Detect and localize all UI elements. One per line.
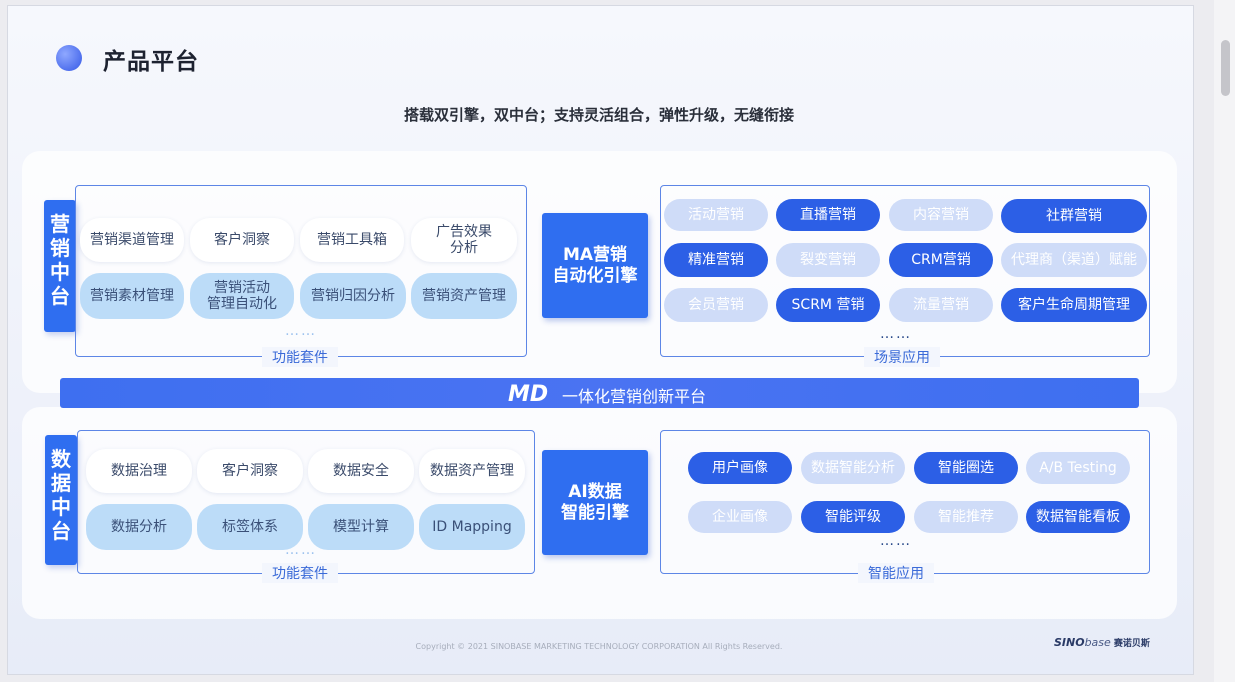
function-pill[interactable]: 营销工具箱 bbox=[300, 218, 404, 262]
function-pill[interactable]: 广告效果 分析 bbox=[411, 218, 517, 262]
function-pill[interactable]: 数据分析 bbox=[86, 504, 192, 550]
ma-engine-block: MA营销 自动化引擎 bbox=[542, 213, 648, 318]
scene-pill[interactable]: SCRM 营销 bbox=[776, 288, 880, 322]
data-mid-label: 数 据 中 台 bbox=[45, 435, 77, 565]
scene-pill[interactable]: 会员营销 bbox=[664, 288, 768, 322]
scene-pill[interactable]: 代理商（渠道）赋能 bbox=[1001, 243, 1147, 277]
scene-pill[interactable]: 精准营销 bbox=[664, 243, 768, 277]
scenes-caption: 场景应用 bbox=[864, 347, 940, 367]
scene-pill[interactable]: 内容营销 bbox=[889, 199, 993, 231]
brand-part: base bbox=[1084, 636, 1111, 649]
label-char: 销 bbox=[50, 236, 70, 260]
function-pill[interactable]: 客户洞察 bbox=[197, 449, 303, 493]
app-pill[interactable]: 用户画像 bbox=[688, 452, 792, 484]
label-char: 台 bbox=[50, 284, 70, 308]
scene-pill[interactable]: CRM营销 bbox=[889, 243, 993, 277]
function-pill[interactable]: 数据安全 bbox=[308, 449, 414, 493]
platform-name: 一体化营销创新平台 bbox=[562, 387, 707, 406]
more-dots: …… bbox=[880, 326, 912, 342]
label-char: 中 bbox=[50, 260, 70, 284]
functions-caption: 功能套件 bbox=[262, 347, 338, 367]
label-char: 台 bbox=[51, 519, 71, 543]
engine-line: 自动化引擎 bbox=[552, 265, 638, 286]
more-dots: …… bbox=[880, 533, 912, 549]
function-pill[interactable]: 客户洞察 bbox=[190, 218, 294, 262]
brand-part: SINO bbox=[1054, 636, 1085, 649]
app-pill[interactable]: 数据智能看板 bbox=[1026, 501, 1130, 533]
brand-part: 赛诺贝斯 bbox=[1113, 639, 1150, 649]
functions-caption: 功能套件 bbox=[262, 563, 338, 583]
app-pill[interactable]: 企业画像 bbox=[688, 501, 792, 533]
engine-line: MA营销 bbox=[562, 244, 628, 265]
svg-text:MD: MD bbox=[508, 382, 548, 406]
pill-line: 营销活动 bbox=[214, 280, 270, 296]
scrollbar-thumb[interactable] bbox=[1221, 40, 1230, 96]
scene-pill[interactable]: 流量营销 bbox=[889, 288, 993, 322]
function-pill[interactable]: 营销素材管理 bbox=[80, 273, 184, 319]
marketing-mid-label: 营 销 中 台 bbox=[44, 200, 76, 332]
function-pill[interactable]: 营销渠道管理 bbox=[80, 218, 184, 262]
pill-line: 广告效果 bbox=[436, 224, 492, 240]
scene-pill[interactable]: 客户生命周期管理 bbox=[1001, 288, 1147, 322]
label-char: 据 bbox=[51, 471, 71, 495]
function-pill[interactable]: 营销资产管理 bbox=[411, 273, 517, 319]
function-pill[interactable]: ID Mapping bbox=[419, 504, 525, 550]
apps-caption: 智能应用 bbox=[858, 563, 934, 583]
function-pill[interactable]: 数据治理 bbox=[86, 449, 192, 493]
page-subtitle: 搭载双引擎，双中台；支持灵活组合，弹性升级，无缝衔接 bbox=[403, 106, 794, 124]
label-char: 中 bbox=[51, 495, 71, 519]
page-title: 产品平台 bbox=[103, 49, 199, 75]
copyright-text: Copyright © 2021 SINOBASE MARKETING TECH… bbox=[415, 642, 783, 651]
label-char: 营 bbox=[50, 212, 70, 236]
app-pill[interactable]: A/B Testing bbox=[1026, 452, 1130, 484]
engine-line: 智能引擎 bbox=[561, 502, 629, 523]
more-dots: …… bbox=[285, 323, 317, 339]
app-pill[interactable]: 数据智能分析 bbox=[801, 452, 905, 484]
app-pill[interactable]: 智能推荐 bbox=[914, 501, 1018, 533]
scene-pill[interactable]: 直播营销 bbox=[776, 199, 880, 231]
more-dots: …… bbox=[285, 542, 317, 558]
md-logo-icon: MD bbox=[508, 382, 548, 406]
label-char: 数 bbox=[51, 447, 71, 471]
sinobase-logo: SINObase 赛诺贝斯 bbox=[1054, 636, 1150, 649]
pill-line: 分析 bbox=[450, 240, 478, 256]
engine-line: AI数据 bbox=[568, 481, 622, 502]
scrollbar-track[interactable] bbox=[1214, 0, 1235, 682]
ai-engine-block: AI数据 智能引擎 bbox=[542, 450, 648, 555]
scene-pill[interactable]: 社群营销 bbox=[1001, 199, 1147, 233]
function-pill[interactable]: 营销归因分析 bbox=[300, 273, 406, 319]
scene-pill[interactable]: 裂变营销 bbox=[776, 243, 880, 277]
app-pill[interactable]: 智能评级 bbox=[801, 501, 905, 533]
title-bullet-icon bbox=[56, 45, 82, 71]
pill-line: 管理自动化 bbox=[207, 296, 277, 312]
app-pill[interactable]: 智能圈选 bbox=[914, 452, 1018, 484]
function-pill[interactable]: 数据资产管理 bbox=[419, 449, 525, 493]
scene-pill[interactable]: 活动营销 bbox=[664, 199, 768, 231]
function-pill[interactable]: 模型计算 bbox=[308, 504, 414, 550]
function-pill[interactable]: 营销活动 管理自动化 bbox=[190, 273, 294, 319]
